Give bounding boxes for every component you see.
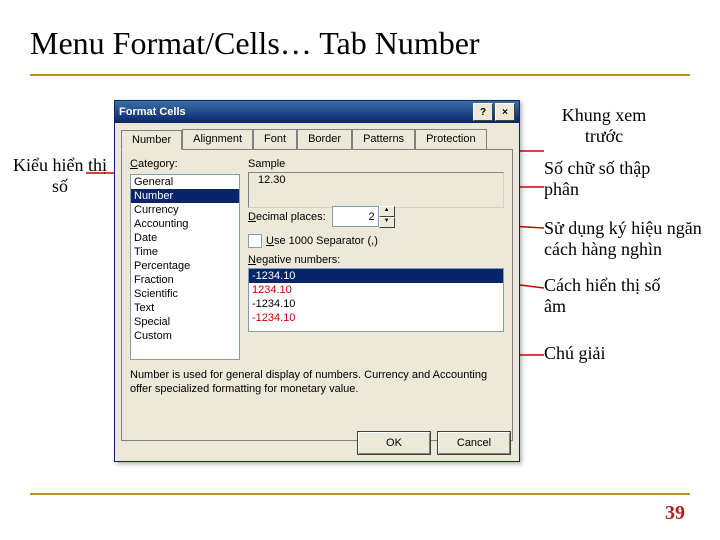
ok-button[interactable]: OK (357, 431, 431, 455)
close-button[interactable]: × (495, 103, 515, 121)
list-item[interactable]: Percentage (131, 259, 239, 273)
bottom-rule (30, 493, 690, 495)
sample-value: 12.30 (258, 174, 286, 186)
annotation-category: Kiểu hiển thị số (10, 155, 110, 196)
tab-alignment[interactable]: Alignment (182, 129, 253, 149)
list-item[interactable]: Date (131, 231, 239, 245)
separator-label: Use 1000 Separator (,) (266, 235, 378, 247)
category-list[interactable]: General Number Currency Accounting Date … (130, 174, 240, 360)
dialog-titlebar[interactable]: Format Cells ? × (115, 101, 519, 123)
tab-font[interactable]: Font (253, 129, 297, 149)
list-item[interactable]: Accounting (131, 217, 239, 231)
list-item[interactable]: Number (131, 189, 239, 203)
page-number: 39 (665, 502, 685, 525)
list-item[interactable]: Currency (131, 203, 239, 217)
separator-checkbox[interactable]: Use 1000 Separator (,) (248, 234, 378, 248)
decimal-label: Decimal places: (248, 211, 326, 223)
slide-title: Menu Format/Cells… Tab Number (30, 25, 690, 62)
list-item[interactable]: Scientific (131, 287, 239, 301)
cancel-button[interactable]: Cancel (437, 431, 511, 455)
help-button[interactable]: ? (473, 103, 493, 121)
spin-up-icon[interactable]: ▲ (379, 206, 395, 217)
negative-list[interactable]: -1234.10 1234.10 -1234.10 -1234.10 (248, 268, 504, 332)
annotation-decimal: Số chữ số thập phân (544, 158, 664, 199)
tab-protection[interactable]: Protection (415, 129, 487, 149)
checkbox-icon[interactable] (248, 234, 262, 248)
sample-label: Sample (248, 158, 504, 170)
category-label: Category: (130, 158, 178, 170)
top-rule (30, 74, 690, 76)
list-item[interactable]: Time (131, 245, 239, 259)
spin-down-icon[interactable]: ▼ (379, 217, 395, 228)
list-item[interactable]: Fraction (131, 273, 239, 287)
annotation-sample: Khung xem trước (544, 105, 664, 146)
dialog-title: Format Cells (119, 106, 186, 118)
tab-number[interactable]: Number (121, 130, 182, 150)
decimal-input[interactable] (332, 206, 379, 227)
tab-patterns[interactable]: Patterns (352, 129, 415, 149)
tab-border[interactable]: Border (297, 129, 352, 149)
tab-panel: Category: General Number Currency Accoun… (121, 149, 513, 441)
list-item[interactable]: Custom (131, 329, 239, 343)
annotation-separator: Sử dụng ký hiệu ngăn cách hàng nghìn (544, 218, 714, 259)
annotation-negative: Cách hiển thị số âm (544, 275, 664, 316)
decimal-spinner[interactable]: ▲▼ (332, 206, 395, 228)
list-item[interactable]: -1234.10 (249, 269, 503, 283)
description-text: Number is used for general display of nu… (130, 368, 504, 397)
list-item[interactable]: -1234.10 (249, 297, 503, 311)
list-item[interactable]: 1234.10 (249, 283, 503, 297)
tab-strip: Number Alignment Font Border Patterns Pr… (115, 123, 519, 149)
list-item[interactable]: General (131, 175, 239, 189)
sample-group: Sample 12.30 (248, 158, 504, 208)
list-item[interactable]: Special (131, 315, 239, 329)
annotation-desc: Chú giải (544, 343, 664, 364)
format-cells-dialog: Format Cells ? × Number Alignment Font B… (114, 100, 520, 462)
list-item[interactable]: Text (131, 301, 239, 315)
negative-label: Negative numbers: (248, 254, 340, 266)
list-item[interactable]: -1234.10 (249, 311, 503, 325)
